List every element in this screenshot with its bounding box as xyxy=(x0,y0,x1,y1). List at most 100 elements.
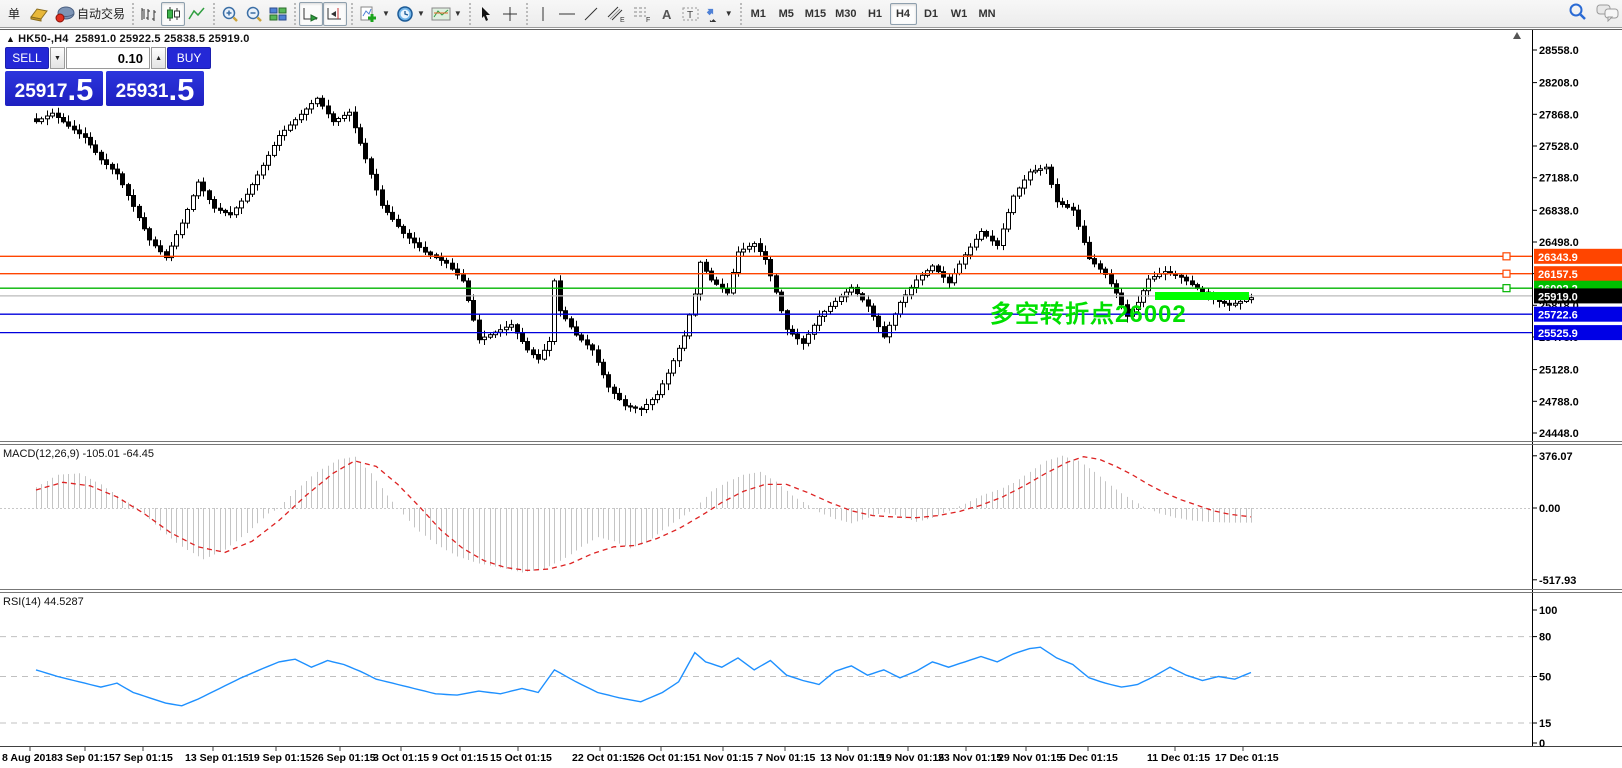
time-label: 13 Sep 01:15 xyxy=(185,752,249,764)
chart-canvas[interactable]: 多空转折点26002 MACD(12,26,9) -105.01 -64.45 RS… xyxy=(0,0,1622,768)
chart-background xyxy=(0,29,1622,748)
buy-price-frac: .5 xyxy=(168,75,194,105)
highlight-segment[interactable] xyxy=(1155,292,1249,300)
sell-price-frac: .5 xyxy=(67,75,93,105)
chart-symbol-label: HK50-,H4 xyxy=(18,33,69,45)
volume-increase-button[interactable]: ▲ xyxy=(151,47,166,69)
add-indicator-button[interactable]: ▼ xyxy=(356,2,393,26)
macd-label: MACD(12,26,9) -105.01 -64.45 xyxy=(3,448,154,460)
time-label: 3 Sep 01:15 xyxy=(57,752,115,764)
time-label: 26 Sep 01:15 xyxy=(312,752,376,764)
svg-text:26498.0: 26498.0 xyxy=(1539,237,1579,249)
line-chart-mode-button[interactable] xyxy=(185,2,209,26)
buy-price-box[interactable]: 25931.5 xyxy=(106,71,204,106)
chat-icon[interactable] xyxy=(1596,2,1620,22)
horizontal-line-icon xyxy=(558,7,576,21)
dropdown-arrow-icon: ▼ xyxy=(454,9,462,18)
zoom-out-button[interactable] xyxy=(242,2,266,26)
arrows-button[interactable]: ▼ xyxy=(703,2,736,26)
chart-shift-button[interactable] xyxy=(323,2,347,26)
periods-button[interactable]: ▼ xyxy=(393,2,428,26)
toolbar-separator xyxy=(211,3,216,25)
vertical-line-button[interactable] xyxy=(531,2,555,26)
text-button[interactable]: A xyxy=(655,2,679,26)
svg-text:A: A xyxy=(662,7,672,22)
zoom-in-button[interactable] xyxy=(218,2,242,26)
buy-price-main: 25931 xyxy=(116,79,169,105)
svg-text:-517.93: -517.93 xyxy=(1539,575,1576,587)
svg-text:27868.0: 27868.0 xyxy=(1539,109,1579,121)
svg-text:0.00: 0.00 xyxy=(1539,503,1560,515)
buy-button[interactable]: BUY xyxy=(167,47,211,69)
autotrading-button[interactable]: 自动交易 xyxy=(52,2,128,26)
fibonacci-button[interactable]: F xyxy=(629,2,655,26)
toolbar-separator xyxy=(292,3,297,25)
time-label: 11 Dec 01:15 xyxy=(1147,752,1210,764)
candlestick-mode-button[interactable] xyxy=(161,2,185,26)
timeframe-button-H1[interactable]: H1 xyxy=(862,3,889,25)
svg-text:25128.0: 25128.0 xyxy=(1539,365,1579,377)
bar-chart-mode-button[interactable] xyxy=(137,2,161,26)
tile-windows-button[interactable] xyxy=(266,2,290,26)
svg-text:27188.0: 27188.0 xyxy=(1539,173,1579,185)
time-label: 5 Dec 01:15 xyxy=(1060,752,1118,764)
price-tag-26157.5: 26157.5 xyxy=(1534,266,1622,281)
text-label-icon: T xyxy=(682,6,700,22)
timeframe-button-H4[interactable]: H4 xyxy=(890,3,917,25)
toolbar-separator xyxy=(130,3,135,25)
trendline-button[interactable] xyxy=(579,2,603,26)
crosshair-icon xyxy=(502,6,518,22)
cursor-button[interactable] xyxy=(474,2,498,26)
candlestick-icon xyxy=(164,6,182,22)
timeframe-button-D1[interactable]: D1 xyxy=(918,3,945,25)
tile-windows-icon xyxy=(269,6,287,22)
volume-input[interactable] xyxy=(66,47,150,69)
new-order-button[interactable]: 单 xyxy=(2,2,26,26)
crosshair-button[interactable] xyxy=(498,2,522,26)
timeframe-button-M1[interactable]: M1 xyxy=(745,3,772,25)
horizontal-line-button[interactable] xyxy=(555,2,579,26)
chart-ohlc-values: 25891.0 25922.5 25838.5 25919.0 xyxy=(75,33,249,45)
timeframe-button-W1[interactable]: W1 xyxy=(946,3,973,25)
svg-text:25525.9: 25525.9 xyxy=(1538,328,1578,340)
svg-text:T: T xyxy=(687,10,693,21)
svg-text:24788.0: 24788.0 xyxy=(1539,396,1579,408)
templates-icon xyxy=(431,6,451,22)
search-icon[interactable] xyxy=(1568,2,1588,22)
svg-text:80: 80 xyxy=(1539,632,1551,644)
svg-text:26157.5: 26157.5 xyxy=(1538,269,1578,281)
price-tag-26343.9: 26343.9 xyxy=(1534,249,1622,264)
one-click-collapse-icon[interactable]: ▲ xyxy=(6,34,15,44)
one-click-order-row: SELL ▼ ▲ BUY xyxy=(5,47,211,69)
rsi-label: RSI(14) 44.5287 xyxy=(3,596,84,608)
time-label: 7 Nov 01:15 xyxy=(757,752,816,764)
svg-text:0: 0 xyxy=(1539,738,1545,750)
svg-text:26838.0: 26838.0 xyxy=(1539,205,1579,217)
svg-text:24448.0: 24448.0 xyxy=(1539,428,1579,440)
auto-scroll-button[interactable] xyxy=(299,2,323,26)
timeframe-button-M5[interactable]: M5 xyxy=(773,3,800,25)
volume-decrease-button[interactable]: ▼ xyxy=(50,47,65,69)
timeframe-button-MN[interactable]: MN xyxy=(974,3,1001,25)
sell-price-box[interactable]: 25917.5 xyxy=(5,71,103,106)
timeframe-button-M30[interactable]: M30 xyxy=(831,3,860,25)
chart-annotation-text[interactable]: 多空转折点26002 xyxy=(990,300,1187,328)
templates-button[interactable]: ▼ xyxy=(428,2,465,26)
time-axis[interactable]: 8 Aug 20183 Sep 01:157 Sep 01:1513 Sep 0… xyxy=(2,747,1279,764)
new-order-icon xyxy=(29,6,49,22)
trendline-icon xyxy=(583,6,599,22)
channel-icon: E xyxy=(606,5,626,23)
toolbar-right xyxy=(1568,2,1620,22)
zoom-in-icon xyxy=(221,5,239,23)
new-order-icon-button[interactable] xyxy=(26,2,52,26)
time-label: 17 Dec 01:15 xyxy=(1215,752,1279,764)
sell-button[interactable]: SELL xyxy=(5,47,49,69)
time-label: 23 Nov 01:15 xyxy=(938,752,1002,764)
dropdown-arrow-icon: ▼ xyxy=(725,9,733,18)
channel-button[interactable]: E xyxy=(603,2,629,26)
time-label: 9 Oct 01:15 xyxy=(432,752,488,764)
timeframe-button-M15[interactable]: M15 xyxy=(801,3,830,25)
text-label-button[interactable]: T xyxy=(679,2,703,26)
one-click-price-row: 25917.5 25931.5 xyxy=(5,71,211,106)
text-icon: A xyxy=(660,6,674,22)
